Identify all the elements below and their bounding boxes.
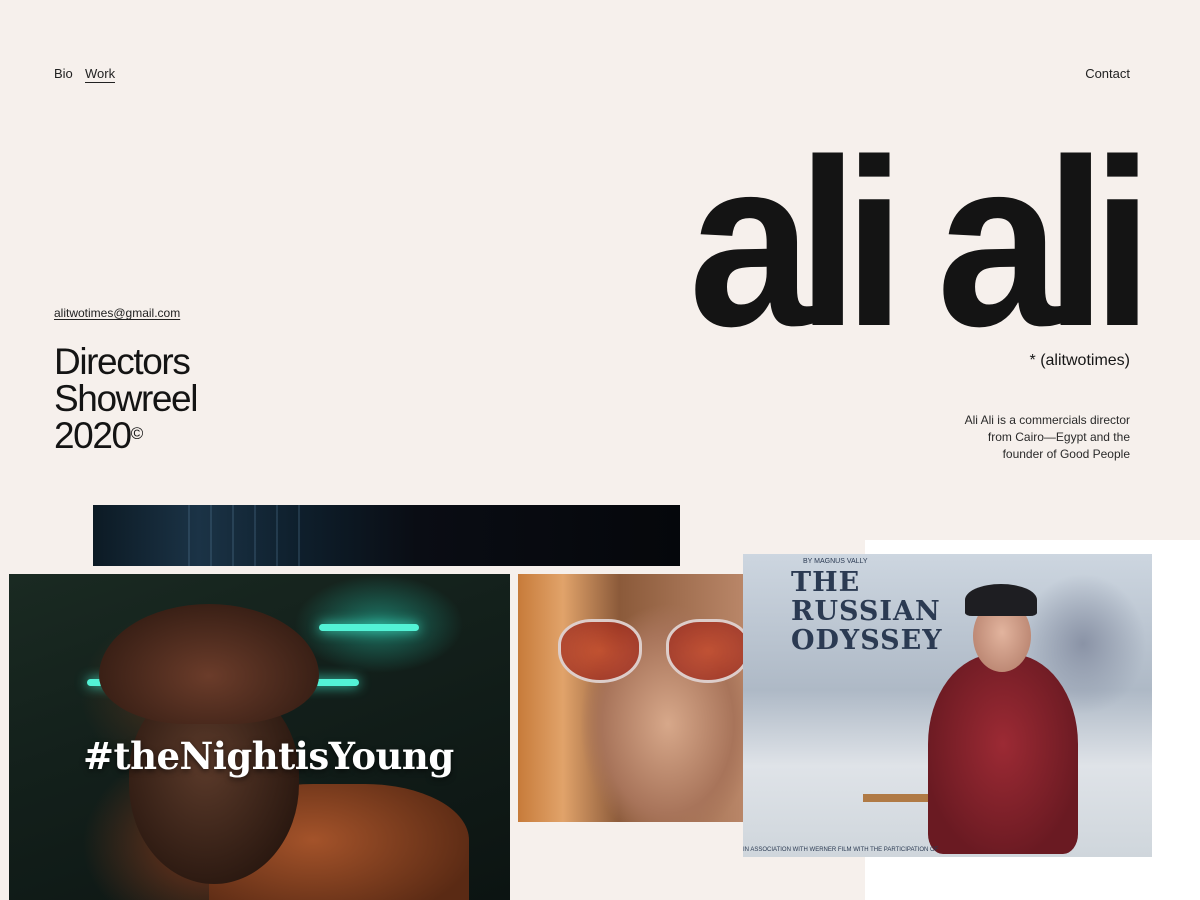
poster-title-line-3: ODYSSEY	[791, 625, 943, 656]
sunglasses-lens-right	[666, 619, 743, 683]
neon-light	[319, 624, 419, 631]
video-thumbnail-night-is-young[interactable]: #theNightisYoung	[9, 574, 510, 900]
video-thumbnail-portrait[interactable]	[518, 574, 743, 822]
brand-wordmark: ali ali	[688, 111, 1152, 376]
email-link[interactable]: alitwotimes@gmail.com	[54, 306, 180, 320]
interviewee-body	[928, 654, 1078, 854]
poster-title-line-1: THE	[791, 567, 861, 598]
video-thumbnail-russian-odyssey[interactable]: BY MAGNUS VALLY THE RUSSIAN ODYSSEY IN A…	[743, 554, 1152, 857]
showreel-title-line-2: Showreel	[54, 378, 198, 419]
nav-bio-link[interactable]: Bio	[54, 66, 73, 81]
poster-title: THE RUSSIAN ODYSSEY	[791, 568, 942, 655]
showreel-title-line-3: 2020©	[54, 417, 197, 454]
nav-contact-link[interactable]: Contact	[1085, 66, 1130, 81]
baseball-cap	[965, 584, 1037, 616]
page: Bio Work Contact ali ali * (alitwotimes)…	[0, 0, 1200, 900]
hat-shape	[99, 604, 319, 724]
video-thumbnail-dark[interactable]	[93, 505, 680, 566]
bio-line-3: founder of Good People	[1002, 447, 1130, 461]
showreel-title: Directors Showreel 2020©	[54, 341, 198, 454]
copyright-mark: ©	[130, 424, 144, 443]
poster-byline: BY MAGNUS VALLY	[803, 558, 868, 565]
nav-work-link[interactable]: Work	[85, 66, 116, 83]
showreel-year: 2020	[54, 415, 132, 456]
bio-line-1: Ali Ali is a commercials director	[964, 413, 1130, 427]
sunglasses-lens-left	[558, 619, 642, 683]
poster-credit: IN ASSOCIATION WITH WERNER FILM WITH THE…	[743, 847, 939, 853]
showreel-title-line-1: Directors	[54, 341, 191, 382]
bio-line-2: from Cairo—Egypt and the	[987, 430, 1130, 444]
brand-handle: * (alitwotimes)	[1029, 352, 1130, 369]
poster-title-line-2: RUSSIAN	[791, 596, 941, 627]
night-caption: #theNightisYoung	[83, 734, 454, 778]
bio-text: Ali Ali is a commercials director from C…	[870, 412, 1130, 463]
